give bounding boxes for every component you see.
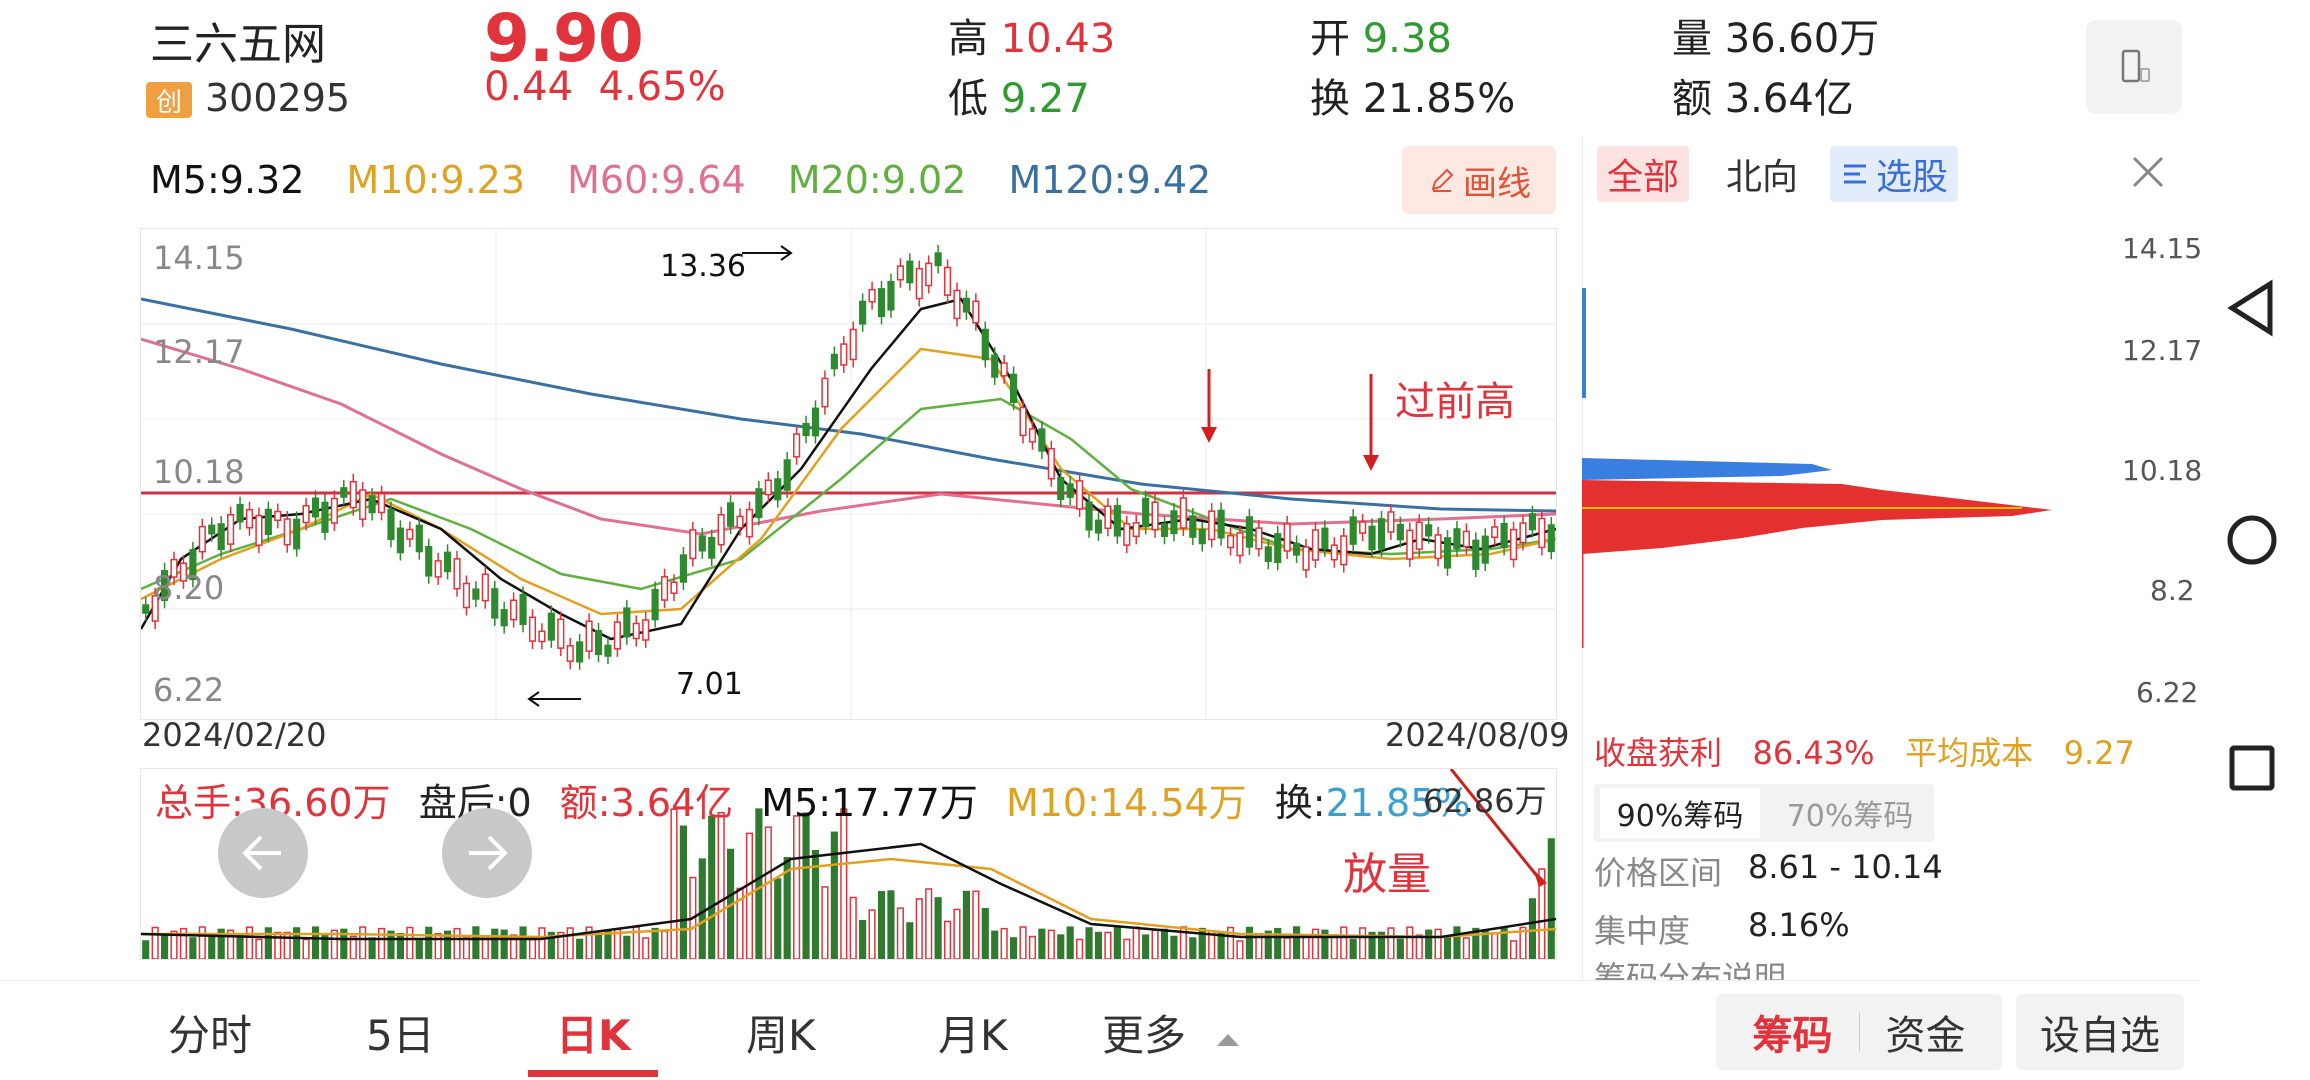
chip-explain-label: 筹码分布说明: [1594, 959, 1787, 980]
add-watchlist-button[interactable]: 设自选: [2016, 994, 2184, 1070]
price-change: 0.44 4.65%: [484, 64, 726, 110]
tab-stock-pick[interactable]: 选股: [1830, 146, 1959, 202]
chip-fund-toggle: 筹码 资金: [1716, 994, 2002, 1070]
chip-distribution-chart: [1580, 228, 2192, 718]
price-range-label: 价格区间: [1594, 854, 1723, 892]
end-date: 2024/08/09: [1385, 716, 1570, 754]
price-change-value: 0.44: [484, 64, 574, 110]
kline-y-label: 6.22: [153, 671, 225, 709]
stat-open: 开 9.38: [1310, 16, 1452, 62]
list-icon: [1844, 164, 1866, 184]
ma60-label: M60:9.64: [567, 158, 746, 202]
draw-line-label: 画线: [1463, 163, 1531, 204]
chip-tab-90[interactable]: 90%筹码: [1600, 788, 1760, 838]
high-marker: 13.36: [660, 249, 746, 284]
tab-5day[interactable]: 5日: [366, 1002, 435, 1063]
kline-chart[interactable]: 14.15 12.17 10.18 8.20 6.22 13.36 7.01 过…: [140, 228, 1557, 720]
home-circle-icon: [2227, 515, 2277, 565]
annotation-volume: 放量: [1343, 849, 1431, 900]
kline-y-label: 12.17: [153, 333, 245, 371]
volume-amount: 额:3.64亿: [559, 781, 734, 825]
chip-y-label: 6.22: [2136, 676, 2199, 709]
landscape-toggle-button[interactable]: [2086, 20, 2182, 114]
kline-y-label: 8.20: [153, 569, 225, 607]
chip-summary: 收盘获利 86.43% 平均成本 9.27: [1594, 728, 2135, 774]
profit-value: 86.43%: [1752, 734, 1875, 772]
profit-label: 收盘获利: [1594, 734, 1723, 772]
recents-square-icon: [2229, 745, 2275, 791]
tab-northbound[interactable]: 北向: [1716, 146, 1808, 202]
chip-y-label: 10.18: [2122, 454, 2203, 487]
chip-button[interactable]: 筹码: [1727, 1003, 1859, 1061]
tab-intraday[interactable]: 分时: [168, 1002, 252, 1063]
price-change-pct: 4.65%: [598, 64, 726, 110]
stock-code: 300295: [205, 76, 351, 120]
ma-legend: M5:9.32 M10:9.23 M60:9.64 M20:9.02 M120:…: [150, 158, 1241, 202]
tab-stock-pick-label: 选股: [1876, 157, 1949, 198]
active-tab-indicator: [528, 1070, 658, 1077]
close-icon: [2132, 156, 2164, 188]
ma20-label: M20:9.02: [787, 158, 967, 202]
stat-high: 高 10.43: [948, 16, 1116, 62]
tab-monthly-k[interactable]: 月K: [938, 1002, 1008, 1063]
concentration-label: 集中度: [1594, 912, 1691, 950]
volume-max-label: 62.86万: [1423, 782, 1547, 820]
scroll-left-button[interactable]: [218, 808, 308, 898]
close-panel-button[interactable]: [2126, 150, 2170, 194]
tab-more[interactable]: 更多: [1102, 1002, 1243, 1063]
volume-legend: 总手:36.60万 盘后:0 额:3.64亿 M5:17.77万 M10:14.…: [155, 772, 1470, 827]
chip-explain-link[interactable]: 筹码分布说明: [1594, 958, 1786, 980]
kline-y-label: 10.18: [153, 453, 245, 491]
tab-weekly-k[interactable]: 周K: [746, 1002, 816, 1063]
volume-m10: M10:14.54万: [1005, 781, 1247, 825]
price-range-value: 8.61 - 10.14: [1748, 848, 1943, 886]
arrow-right-icon: [469, 835, 508, 871]
tab-all[interactable]: 全部: [1597, 146, 1690, 202]
pencil-icon: [1431, 168, 1454, 192]
avg-cost-value: 9.27: [2063, 734, 2135, 772]
chip-y-label: 12.17: [2122, 334, 2203, 367]
system-home-button[interactable]: [2212, 500, 2292, 580]
stat-volume: 量 36.60万: [1672, 16, 1880, 62]
avg-cost-label: 平均成本: [1905, 734, 2034, 772]
system-recents-button[interactable]: [2212, 728, 2292, 808]
chip-y-label: 8.2: [2150, 574, 2195, 607]
caret-up-icon: [1217, 1034, 1240, 1046]
start-date: 2024/02/20: [142, 716, 327, 754]
ma120-label: M120:9.42: [1008, 158, 1212, 202]
draw-line-button[interactable]: 画线: [1402, 146, 1556, 214]
stat-low: 低 9.27: [948, 76, 1090, 122]
arrow-left-icon: [242, 835, 281, 871]
scroll-right-button[interactable]: [442, 808, 532, 898]
back-triangle-icon: [2227, 279, 2273, 337]
system-back-button[interactable]: [2212, 268, 2292, 348]
phone-landscape-icon: [2121, 49, 2150, 83]
volume-turnover-label: 换:: [1274, 781, 1326, 825]
low-marker: 7.01: [676, 667, 743, 702]
volume-m5: M5:17.77万: [761, 781, 978, 825]
fund-button[interactable]: 资金: [1860, 1003, 1992, 1061]
stat-turnover: 换 21.85%: [1310, 76, 1516, 122]
kline-y-label: 14.15: [153, 239, 245, 277]
tab-more-label: 更多: [1102, 1011, 1187, 1060]
ma10-label: M10:9.23: [346, 158, 526, 202]
ma5-label: M5:9.32: [150, 158, 305, 202]
stat-amount: 额 3.64亿: [1672, 76, 1854, 122]
annotation-prev-high: 过前高: [1395, 379, 1515, 425]
tab-daily-k[interactable]: 日K: [556, 1002, 631, 1063]
board-badge: 创: [146, 82, 192, 118]
chip-tab-70[interactable]: 70%筹码: [1770, 788, 1930, 838]
stock-name: 三六五网: [150, 19, 326, 70]
concentration-value: 8.16%: [1748, 906, 1850, 944]
chip-y-label: 14.15: [2122, 232, 2203, 265]
bottom-divider: [0, 980, 2200, 981]
